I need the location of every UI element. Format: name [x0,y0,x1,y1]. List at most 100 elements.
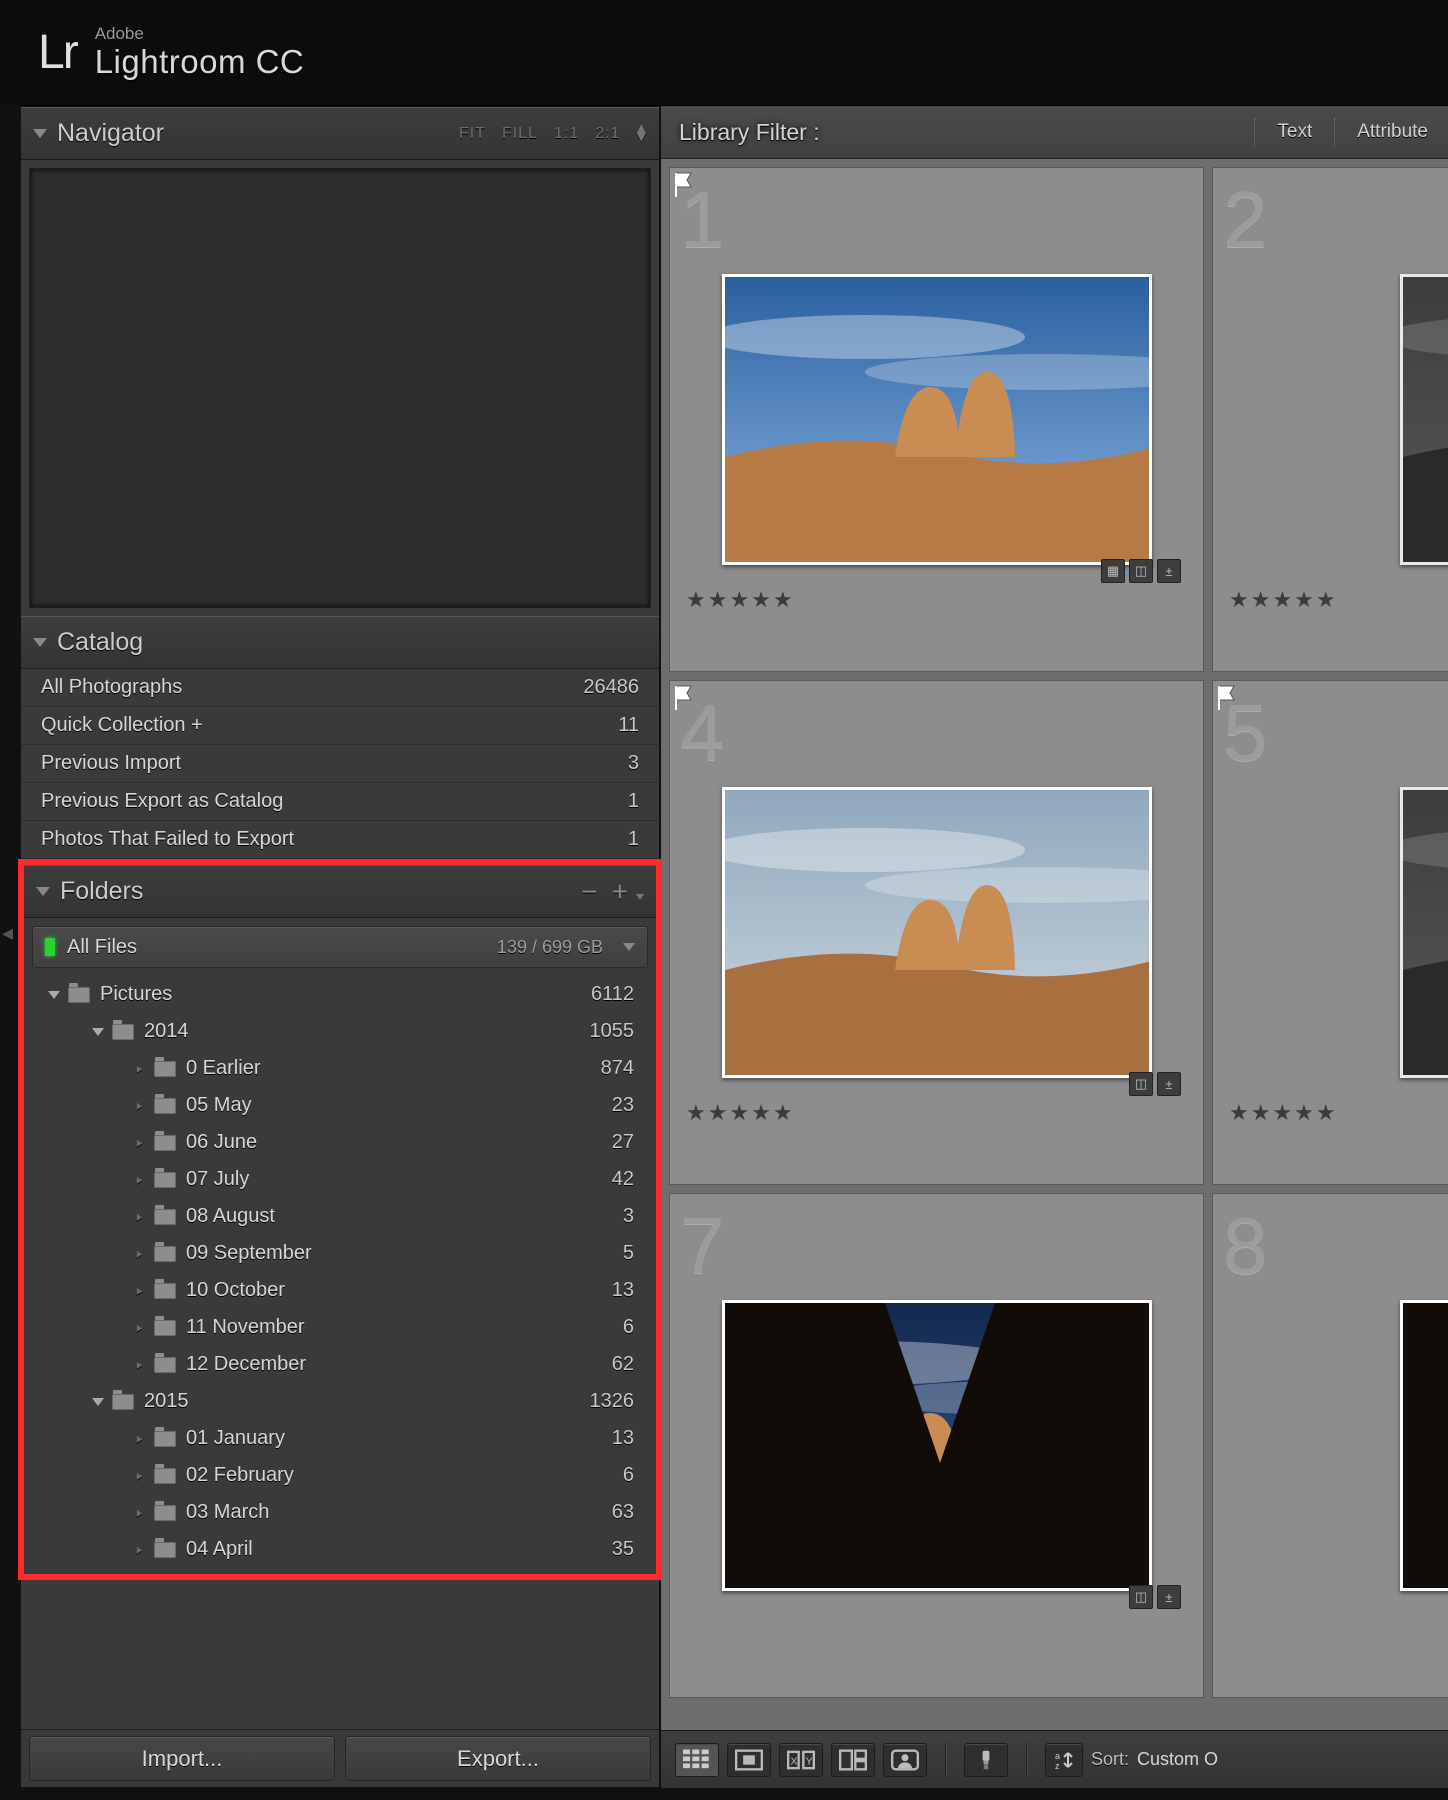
catalog-item[interactable]: Photos That Failed to Export 1 [21,821,659,859]
thumbnail-image[interactable] [1400,1300,1448,1591]
crop-badge-icon[interactable]: ◫ [1129,1585,1153,1609]
catalog-item[interactable]: Quick Collection + 11 [21,707,659,745]
chevron-right-icon[interactable] [136,1356,146,1373]
develop-badge-icon[interactable]: ± [1157,559,1181,583]
rating-stars[interactable]: ★★★★★ [1229,587,1338,613]
catalog-item-count: 26486 [583,676,639,699]
crop-badge-icon[interactable]: ◫ [1129,559,1153,583]
view-loupe-button[interactable] [727,1743,771,1777]
folders-panel-header[interactable]: Folders − + [24,865,656,918]
chevron-right-icon[interactable] [136,1097,146,1114]
navigator-zoom-controls[interactable]: FIT FILL 1:1 2:1 ▴▾ [459,125,647,143]
chevron-right-icon[interactable] [136,1430,146,1447]
chevron-right-icon[interactable] [136,1319,146,1336]
folder-row[interactable]: 12 December 62 [24,1346,656,1383]
thumbnail-cell[interactable]: 1 ★★★★★ ▦ ◫ ± [669,167,1204,672]
thumbnail-image[interactable] [722,1300,1152,1591]
folder-row[interactable]: 2014 1055 [24,1013,656,1050]
zoom-1to1[interactable]: 1:1 [554,125,579,143]
folder-row[interactable]: 08 August 3 [24,1198,656,1235]
develop-badge-icon[interactable]: ± [1157,1072,1181,1096]
zoom-2to1[interactable]: 2:1 [595,125,620,143]
thumbnail-image[interactable] [1400,787,1448,1078]
chevron-right-icon[interactable] [136,1060,146,1077]
catalog-item[interactable]: Previous Export as Catalog 1 [21,783,659,821]
chevron-right-icon[interactable] [136,1171,146,1188]
volume-row[interactable]: All Files 139 / 699 GB [32,926,648,968]
chevron-down-icon[interactable] [92,1028,104,1036]
thumbnail-cell[interactable]: 7 ◫ ± [669,1193,1204,1698]
filter-attribute-link[interactable]: Attribute [1355,121,1430,143]
folder-row[interactable]: Pictures 6112 [24,976,656,1013]
catalog-item[interactable]: Previous Import 3 [21,745,659,783]
chevron-right-icon[interactable] [136,1134,146,1151]
view-people-button[interactable] [883,1743,927,1777]
view-grid-button[interactable] [675,1743,719,1777]
thumbnail-cell[interactable]: 2 ★★★★★ ◫ ± [1212,167,1448,672]
folders-title: Folders [60,877,571,906]
import-button[interactable]: Import... [29,1736,335,1781]
folder-row[interactable]: 04 April 35 [24,1531,656,1568]
folder-row[interactable]: 06 June 27 [24,1124,656,1161]
thumbnail-cell[interactable]: 5 ★★★★★ ◫ ± [1212,680,1448,1185]
thumbnail-image[interactable] [722,787,1152,1078]
crop-badge-icon[interactable]: ◫ [1129,1072,1153,1096]
zoom-stepper-icon[interactable]: ▴▾ [636,125,647,143]
folder-icon [112,1024,134,1040]
rating-stars[interactable]: ★★★★★ [1229,1100,1338,1126]
navigator-preview[interactable] [29,168,651,608]
folder-row[interactable]: 09 September 5 [24,1235,656,1272]
thumbnail-cell[interactable]: 4 ★★★★★ ◫ ± [669,680,1204,1185]
chevron-right-icon[interactable] [136,1467,146,1484]
flag-icon[interactable] [674,685,696,711]
flag-icon[interactable] [674,172,696,198]
chevron-down-icon[interactable] [48,991,60,999]
folder-count: 42 [612,1168,634,1191]
thumbnail-image[interactable] [1400,274,1448,565]
navigator-panel-header[interactable]: Navigator FIT FILL 1:1 2:1 ▴▾ [21,107,659,160]
folder-icon [154,1172,176,1188]
navigator-title: Navigator [57,119,449,148]
thumbnail-cell[interactable]: 8 ◫ ± [1212,1193,1448,1698]
filter-text-link[interactable]: Text [1275,121,1314,143]
folder-row[interactable]: 0 Earlier 874 [24,1050,656,1087]
view-compare-button[interactable]: XY [779,1743,823,1777]
rating-stars[interactable]: ★★★★★ [686,587,795,613]
badge-icon[interactable]: ▦ [1101,559,1125,583]
chevron-right-icon[interactable] [136,1208,146,1225]
folder-row[interactable]: 02 February 6 [24,1457,656,1494]
zoom-fit[interactable]: FIT [459,125,486,143]
chevron-right-icon[interactable] [136,1245,146,1262]
left-panel-collapse-caret[interactable]: ◂ [2,920,13,946]
folder-count: 62 [612,1353,634,1376]
folder-name: 10 October [186,1279,612,1302]
volume-menu-icon[interactable] [623,943,635,951]
folder-menu-icon[interactable] [636,894,644,900]
divider [1254,118,1255,146]
painter-tool-button[interactable] [964,1743,1008,1777]
rating-stars[interactable]: ★★★★★ [686,1100,795,1126]
zoom-fill[interactable]: FILL [502,125,538,143]
chevron-right-icon[interactable] [136,1504,146,1521]
thumbnail-badges: ◫ ± [1129,1585,1181,1609]
folder-row[interactable]: 05 May 23 [24,1087,656,1124]
folder-row[interactable]: 07 July 42 [24,1161,656,1198]
export-button[interactable]: Export... [345,1736,651,1781]
catalog-panel-header[interactable]: Catalog [21,616,659,669]
flag-icon[interactable] [1217,685,1239,711]
sort-value[interactable]: Custom O [1137,1749,1218,1770]
thumbnail-image[interactable] [722,274,1152,565]
folder-row[interactable]: 11 November 6 [24,1309,656,1346]
view-survey-button[interactable] [831,1743,875,1777]
develop-badge-icon[interactable]: ± [1157,1585,1181,1609]
chevron-down-icon[interactable] [92,1398,104,1406]
folder-row[interactable]: 03 March 63 [24,1494,656,1531]
folder-row[interactable]: 2015 1326 [24,1383,656,1420]
folder-row[interactable]: 10 October 13 [24,1272,656,1309]
sort-label: Sort: [1091,1749,1129,1770]
folder-row[interactable]: 01 January 13 [24,1420,656,1457]
catalog-item[interactable]: All Photographs 26486 [21,669,659,707]
chevron-right-icon[interactable] [136,1541,146,1558]
sort-direction-button[interactable]: az [1045,1743,1083,1777]
chevron-right-icon[interactable] [136,1282,146,1299]
